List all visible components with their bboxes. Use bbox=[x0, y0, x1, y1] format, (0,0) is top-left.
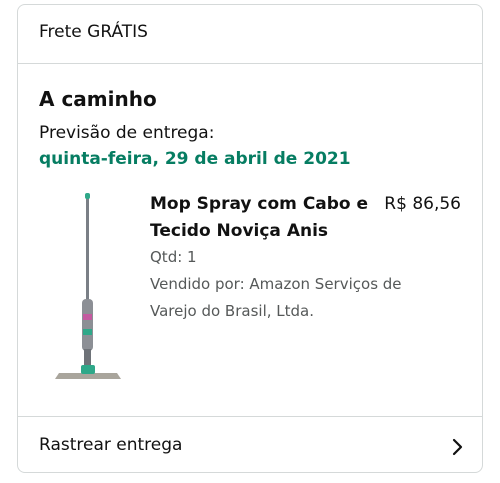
mop-handle-tip bbox=[85, 193, 90, 199]
shipping-header: Frete GRÁTIS bbox=[18, 5, 482, 64]
product-price: R$ 86,56 bbox=[384, 194, 461, 214]
track-delivery-button[interactable]: Rastrear entrega bbox=[18, 416, 482, 474]
mop-reservoir bbox=[82, 299, 93, 351]
mop-handle bbox=[86, 195, 89, 315]
order-card: Frete GRÁTIS A caminho Previsão de entre… bbox=[17, 4, 483, 473]
mop-neck bbox=[84, 349, 91, 365]
delivery-estimate-date: quinta-feira, 29 de abril de 2021 bbox=[39, 149, 351, 169]
seller-info: Vendido por: Amazon Serviços de Varejo d… bbox=[150, 275, 402, 320]
track-delivery-label: Rastrear entrega bbox=[39, 435, 183, 455]
delivery-estimate-label: Previsão de entrega: bbox=[39, 123, 215, 143]
product-quantity: Qtd: 1 bbox=[150, 248, 197, 266]
chevron-right-icon bbox=[452, 438, 463, 456]
product-image[interactable] bbox=[51, 189, 126, 384]
mop-trim-green bbox=[83, 329, 92, 335]
mop-trim-pink bbox=[83, 314, 92, 320]
free-shipping-label: Frete GRÁTIS bbox=[39, 22, 148, 42]
mop-joint bbox=[81, 365, 95, 374]
delivery-status-title: A caminho bbox=[39, 87, 157, 111]
product-title-link[interactable]: Mop Spray com Cabo e Tecido Noviça Anis bbox=[150, 191, 375, 245]
